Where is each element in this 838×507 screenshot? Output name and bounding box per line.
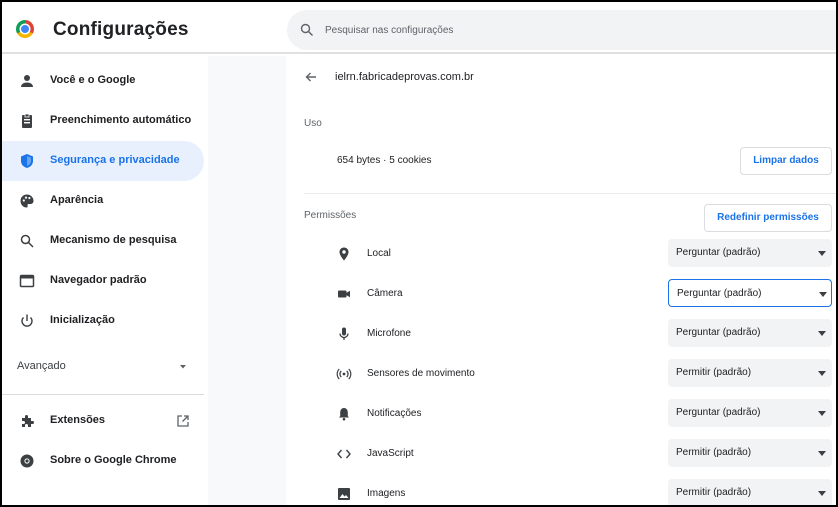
permission-row: Local Perguntar (padrão): [286, 234, 836, 274]
dropdown-caret-icon: [819, 292, 827, 297]
sidebar-divider: [2, 394, 204, 395]
permission-value: Permitir (padrão): [676, 367, 752, 378]
permission-label: Notificações: [367, 408, 422, 419]
permission-value: Perguntar (padrão): [677, 288, 762, 299]
permission-label: Sensores de movimento: [367, 368, 475, 379]
search-input[interactable]: [325, 21, 805, 39]
chrome-icon: [20, 454, 34, 468]
person-icon: [21, 75, 33, 87]
external-link-icon: [177, 415, 189, 427]
permission-row: Sensores de movimento Permitir (padrão): [286, 354, 836, 394]
permission-select[interactable]: Perguntar (padrão): [668, 239, 832, 267]
permissions-heading: Permissões: [304, 210, 357, 221]
settings-window: Configurações Você e o Google Preenchime…: [0, 0, 838, 507]
shield-icon: [21, 154, 33, 168]
advanced-label: Avançado: [17, 360, 66, 372]
sidebar-item-label: Navegador padrão: [50, 274, 147, 286]
permission-row: Notificações Perguntar (padrão): [286, 394, 836, 434]
browser-icon: [19, 274, 35, 288]
dropdown-caret-icon: [818, 331, 826, 336]
permission-select[interactable]: Perguntar (padrão): [668, 399, 832, 427]
permission-select[interactable]: Perguntar (padrão): [668, 319, 832, 347]
permission-select[interactable]: Permitir (padrão): [668, 439, 832, 467]
sidebar-item-preenchimento[interactable]: Preenchimento automático: [2, 101, 204, 141]
location-pin-icon: [339, 247, 349, 261]
sidebar-item-mecanismo[interactable]: Mecanismo de pesquisa: [2, 221, 204, 261]
power-icon: [21, 314, 33, 327]
permission-row: Câmera Perguntar (padrão): [286, 274, 836, 314]
sidebar-item-label: Mecanismo de pesquisa: [50, 234, 177, 246]
permission-select[interactable]: Perguntar (padrão): [668, 279, 832, 307]
permission-label: Câmera: [367, 288, 403, 299]
motion-sensor-icon: [336, 368, 352, 380]
sidebar-item-label: Inicialização: [50, 314, 115, 326]
puzzle-icon: [22, 415, 34, 427]
dropdown-caret-icon: [818, 411, 826, 416]
back-arrow-icon[interactable]: [304, 70, 318, 84]
permission-value: Permitir (padrão): [676, 487, 752, 498]
permission-label: Local: [367, 248, 391, 259]
dropdown-caret-icon: [818, 491, 826, 496]
permission-row: JavaScript Permitir (padrão): [286, 434, 836, 474]
permission-select[interactable]: Permitir (padrão): [668, 359, 832, 387]
page-title: Configurações: [53, 19, 189, 40]
usage-summary: 654 bytes · 5 cookies: [337, 155, 432, 166]
permission-label: Microfone: [367, 328, 411, 339]
sidebar-item-label: Aparência: [50, 194, 104, 206]
image-icon: [338, 488, 350, 500]
chevron-down-icon: [180, 365, 186, 369]
permission-row: Microfone Perguntar (padrão): [286, 314, 836, 354]
sidebar-item-label: Segurança e privacidade: [50, 154, 180, 166]
code-icon: [337, 449, 351, 459]
permission-value: Perguntar (padrão): [676, 327, 761, 338]
search-icon: [20, 234, 34, 248]
clipboard-icon: [22, 113, 32, 128]
sidebar-advanced-toggle[interactable]: Avançado: [2, 347, 204, 387]
sidebar-item-voce-e-o-google[interactable]: Você e o Google: [2, 61, 204, 101]
sidebar-item-label: Você e o Google: [50, 74, 136, 86]
permission-label: JavaScript: [367, 448, 414, 459]
search-icon: [300, 23, 313, 36]
reset-permissions-button[interactable]: Redefinir permissões: [704, 204, 832, 232]
dropdown-caret-icon: [818, 371, 826, 376]
section-divider: [304, 193, 836, 194]
sidebar-item-inicializacao[interactable]: Inicialização: [2, 301, 204, 341]
sidebar-item-sobre[interactable]: Sobre o Google Chrome: [2, 441, 204, 481]
sidebar-item-extensoes[interactable]: Extensões: [2, 401, 204, 441]
clear-data-button[interactable]: Limpar dados: [740, 147, 832, 175]
sidebar-item-label: Sobre o Google Chrome: [50, 454, 177, 466]
permission-value: Permitir (padrão): [676, 447, 752, 458]
sidebar-item-aparencia[interactable]: Aparência: [2, 181, 204, 221]
permission-row: Imagens Permitir (padrão): [286, 474, 836, 505]
dropdown-caret-icon: [818, 451, 826, 456]
microphone-icon: [339, 327, 349, 340]
site-title: ielrn.fabricadeprovas.com.br: [335, 71, 474, 83]
camera-icon: [338, 290, 350, 298]
permission-value: Perguntar (padrão): [676, 247, 761, 258]
usage-heading: Uso: [304, 118, 322, 129]
sidebar: Você e o Google Preenchimento automático…: [2, 56, 208, 505]
sidebar-item-label: Extensões: [50, 414, 106, 426]
search-box[interactable]: [287, 10, 836, 50]
dropdown-caret-icon: [818, 251, 826, 256]
chrome-logo-icon: [16, 20, 34, 38]
palette-icon: [20, 194, 34, 208]
permission-value: Perguntar (padrão): [676, 407, 761, 418]
sidebar-item-seguranca[interactable]: Segurança e privacidade: [2, 141, 204, 181]
bell-icon: [339, 408, 349, 421]
sidebar-item-label: Preenchimento automático: [50, 114, 192, 126]
sidebar-item-navegador-padrao[interactable]: Navegador padrão: [2, 261, 204, 301]
permission-label: Imagens: [367, 488, 406, 499]
permission-select[interactable]: Permitir (padrão): [668, 479, 832, 505]
header: Configurações: [2, 2, 836, 54]
